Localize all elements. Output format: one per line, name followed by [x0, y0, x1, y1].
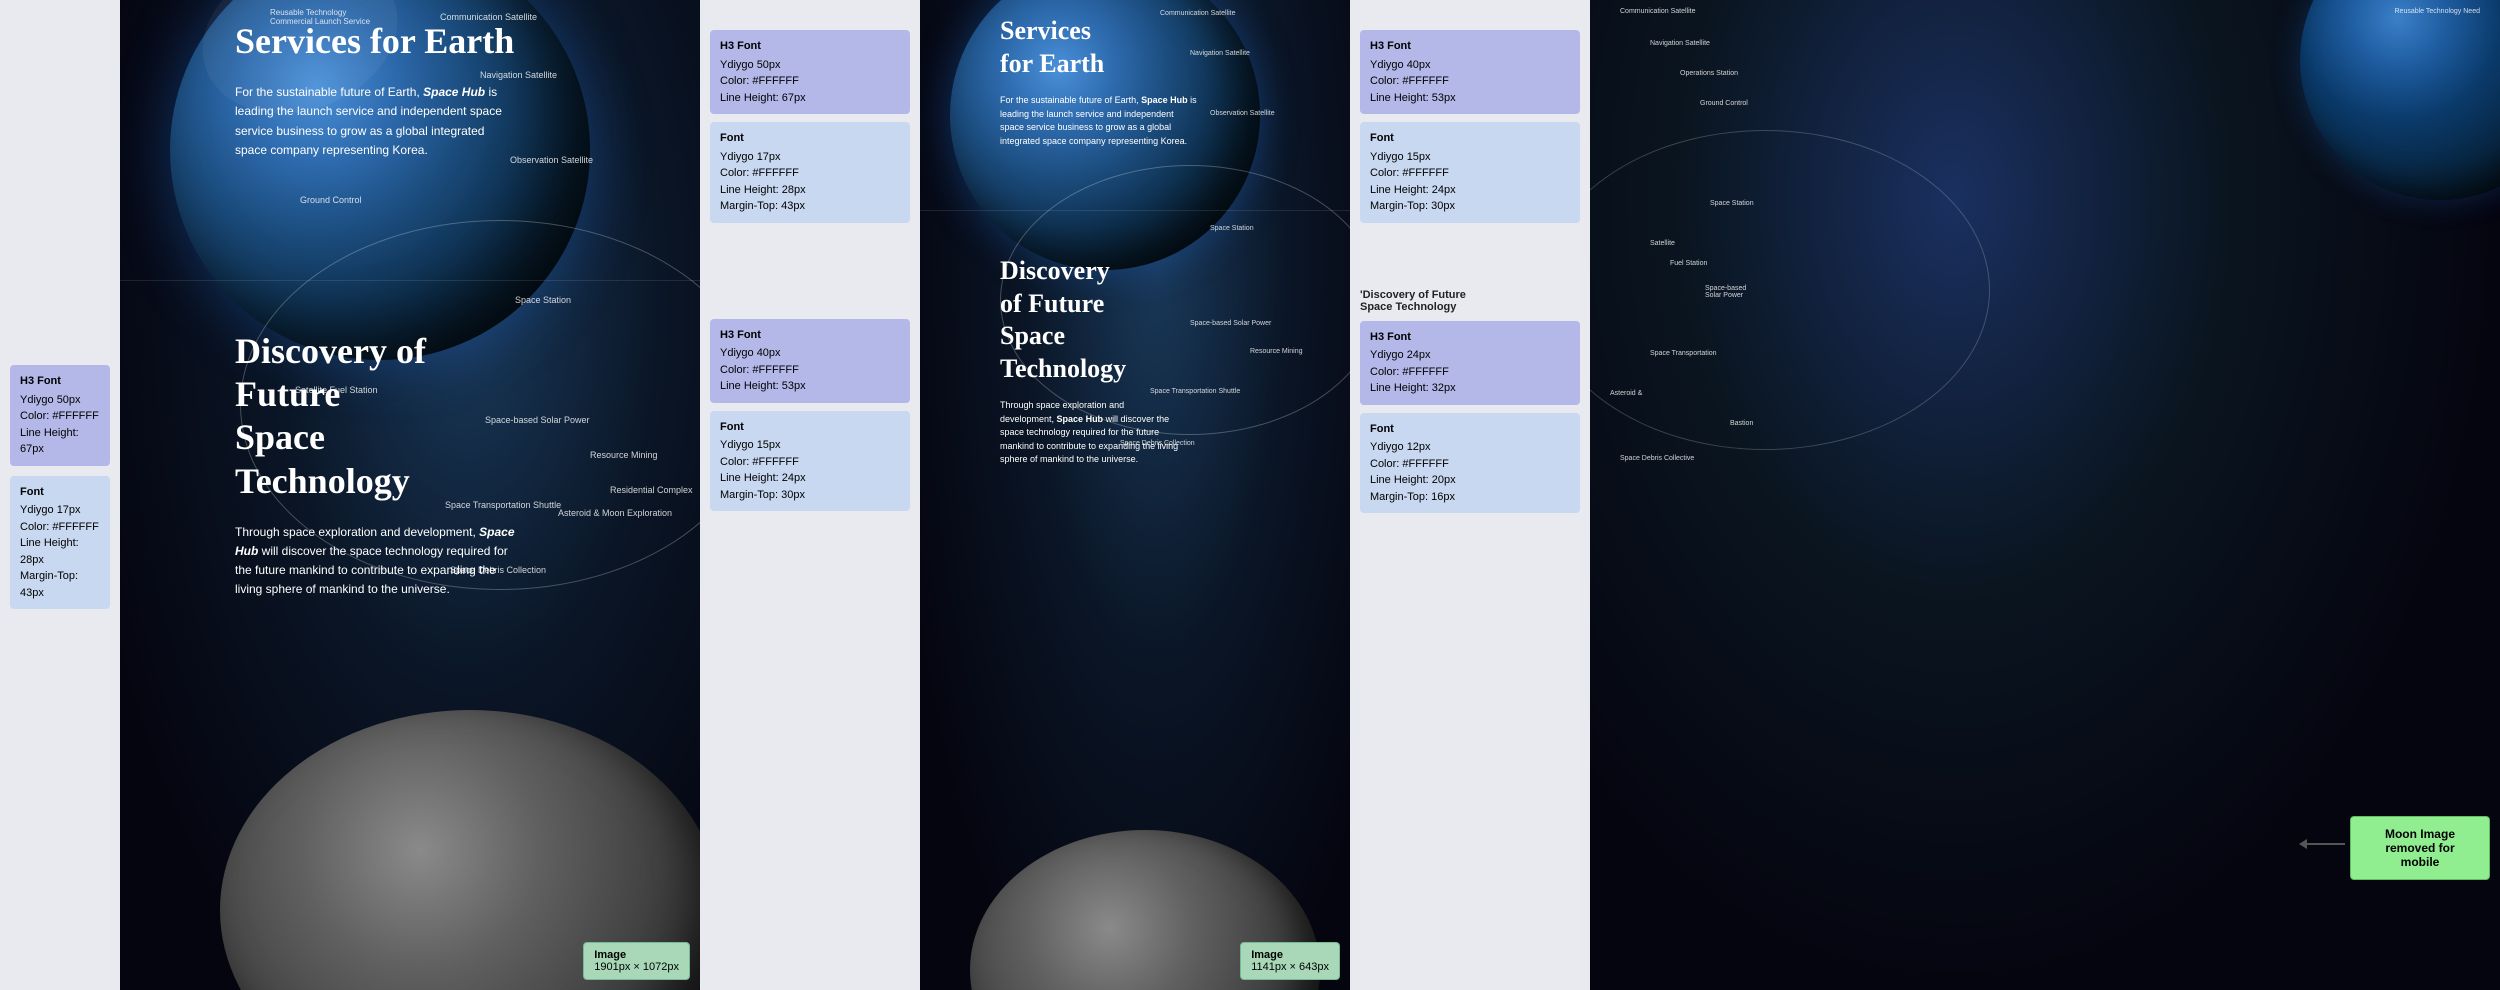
mobile-font-ann1: Font Ydiygo 15pxColor: #FFFFFFLine Heigh…	[1360, 122, 1580, 223]
far-right-sat-transport: Space Transportation	[1650, 350, 1717, 357]
far-right-sat-asteroid: Asteroid &	[1610, 390, 1642, 397]
sat-label-shuttle: Space Transportation Shuttle	[445, 500, 561, 510]
right-h3-font-annotation: H3 Font Ydiygo 50pxColor: #FFFFFFLine He…	[710, 30, 910, 114]
right-font-annotation: Font Ydiygo 17pxColor: #FFFFFFLine Heigh…	[710, 122, 910, 223]
mobile-section-divider	[920, 210, 1350, 211]
far-right-sat-fuelstation: Fuel Station	[1670, 260, 1707, 267]
right-mobile-annotation-column: H3 Font Ydiygo 40pxColor: #FFFFFFLine He…	[1350, 0, 1590, 990]
services-title: Services for Earth	[235, 20, 515, 63]
desktop-panel: Services for Earth For the sustainable f…	[120, 0, 700, 990]
far-right-sat-bastion: Bastion	[1730, 420, 1753, 427]
sat-label-comm: Communication Satellite	[440, 12, 537, 22]
mobile-services-body: For the sustainable future of Earth, Spa…	[1000, 94, 1200, 148]
sat-label-fuel: Satellite Fuel Station	[295, 385, 378, 395]
left-h3-font-annotation: H3 Font Ydiygo 50pxColor: #FFFFFFLine He…	[10, 365, 110, 466]
sat-label-reusable: Reusable TechnologyCommercial Launch Ser…	[270, 8, 370, 26]
mobile-sat-obs: Observation Satellite	[1210, 110, 1275, 117]
sat-label-station: Space Station	[515, 295, 571, 305]
sat-label-mining: Resource Mining	[590, 450, 658, 460]
discovery-title: Discovery ofFutureSpaceTechnology	[235, 330, 515, 503]
services-body: For the sustainable future of Earth, Spa…	[235, 83, 515, 160]
mobile-sat-nav: Navigation Satellite	[1190, 50, 1250, 57]
mobile-panel: Servicesfor Earth For the sustainable fu…	[920, 0, 1350, 990]
far-right-sat-comm: Communication Satellite	[1620, 8, 1695, 15]
mobile-image-size-box: Image 1141px × 643px	[1240, 942, 1340, 980]
mobile-discovery-label: 'Discovery of FutureSpace Technology	[1360, 289, 1580, 313]
left-font-annotation: Font Ydiygo 17pxColor: #FFFFFFLine Heigh…	[10, 476, 110, 610]
far-right-sat-solar2: Space-basedSolar Power	[1705, 285, 1746, 299]
mobile-h3-font-ann1: H3 Font Ydiygo 40pxColor: #FFFFFFLine He…	[1360, 30, 1580, 114]
far-right-sat-reusable: Reusable Technology Need	[2395, 8, 2481, 15]
mobile-sat-debris: Space Debris Collection	[1120, 440, 1195, 447]
section-divider	[120, 280, 700, 281]
sat-label-solar: Space-based Solar Power	[485, 415, 590, 425]
mobile-sat-station: Space Station	[1210, 225, 1254, 232]
far-right-sat-nav: Navigation Satellite	[1650, 40, 1710, 47]
far-right-sat-opsstatus: Operations Station	[1680, 70, 1738, 77]
mobile-section2-text: Discoveryof FutureSpaceTechnology Throug…	[1000, 255, 1180, 467]
sat-label-nav: Navigation Satellite	[480, 70, 557, 80]
desktop-section1-text: Services for Earth For the sustainable f…	[235, 20, 515, 160]
sat-label-ground: Ground Control	[300, 195, 362, 205]
mobile-section1-text: Servicesfor Earth For the sustainable fu…	[1000, 15, 1200, 148]
moon-removed-arrow	[2305, 843, 2345, 845]
far-right-sat-space-debris: Space Debris Collective	[1620, 455, 1694, 462]
sat-label-debris: Space Debris Collection	[450, 565, 546, 575]
discovery-body: Through space exploration and developmen…	[235, 523, 515, 600]
mobile-font-ann2: Font Ydiygo 12pxColor: #FFFFFFLine Heigh…	[1360, 413, 1580, 514]
mobile-h3-font-ann2: H3 Font Ydiygo 24pxColor: #FFFFFFLine He…	[1360, 321, 1580, 405]
moon-removed-annotation: Moon Image removed for mobile	[2350, 816, 2490, 880]
desktop-image-size-box: Image 1901px × 1072px	[583, 942, 690, 980]
mobile-sat-solar: Space-based Solar Power	[1190, 320, 1271, 327]
far-right-sat-ground: Ground Control	[1700, 100, 1748, 107]
far-right-sat-station: Space Station	[1710, 200, 1754, 207]
sat-label-residential: Residential Complex	[610, 485, 693, 495]
mobile-section1-title-annotation: H3 Font Ydiygo 40pxColor: #FFFFFFLine He…	[1360, 30, 1580, 231]
desktop-section2-text: Discovery ofFutureSpaceTechnology Throug…	[235, 330, 515, 600]
sat-label-asteroid: Asteroid & Moon Exploration	[558, 508, 672, 518]
mobile-sat-mining: Resource Mining	[1250, 348, 1303, 355]
left-annotation-column: H3 Font Ydiygo 50pxColor: #FFFFFFLine He…	[0, 0, 120, 990]
far-right-sat-satellite: Satellite	[1650, 240, 1675, 247]
right-font-annotation2: Font Ydiygo 15pxColor: #FFFFFFLine Heigh…	[710, 411, 910, 512]
mobile-sat-shuttle: Space Transportation Shuttle	[1150, 388, 1240, 395]
right-h3-font-annotation2: H3 Font Ydiygo 40pxColor: #FFFFFFLine He…	[710, 319, 910, 403]
right-desktop-annotation-column: H3 Font Ydiygo 50pxColor: #FFFFFFLine He…	[700, 0, 920, 990]
mobile-services-title: Servicesfor Earth	[1000, 15, 1200, 80]
mobile-sat-comm: Communication Satellite	[1160, 10, 1235, 17]
mobile-discovery-body: Through space exploration and developmen…	[1000, 399, 1180, 467]
far-right-panel: Moon Image removed for mobile Communicat…	[1590, 0, 2500, 990]
mobile-section2-annotation: 'Discovery of FutureSpace Technology H3 …	[1360, 289, 1580, 522]
mobile-discovery-title: Discoveryof FutureSpaceTechnology	[1000, 255, 1180, 385]
sat-label-obs: Observation Satellite	[510, 155, 593, 165]
